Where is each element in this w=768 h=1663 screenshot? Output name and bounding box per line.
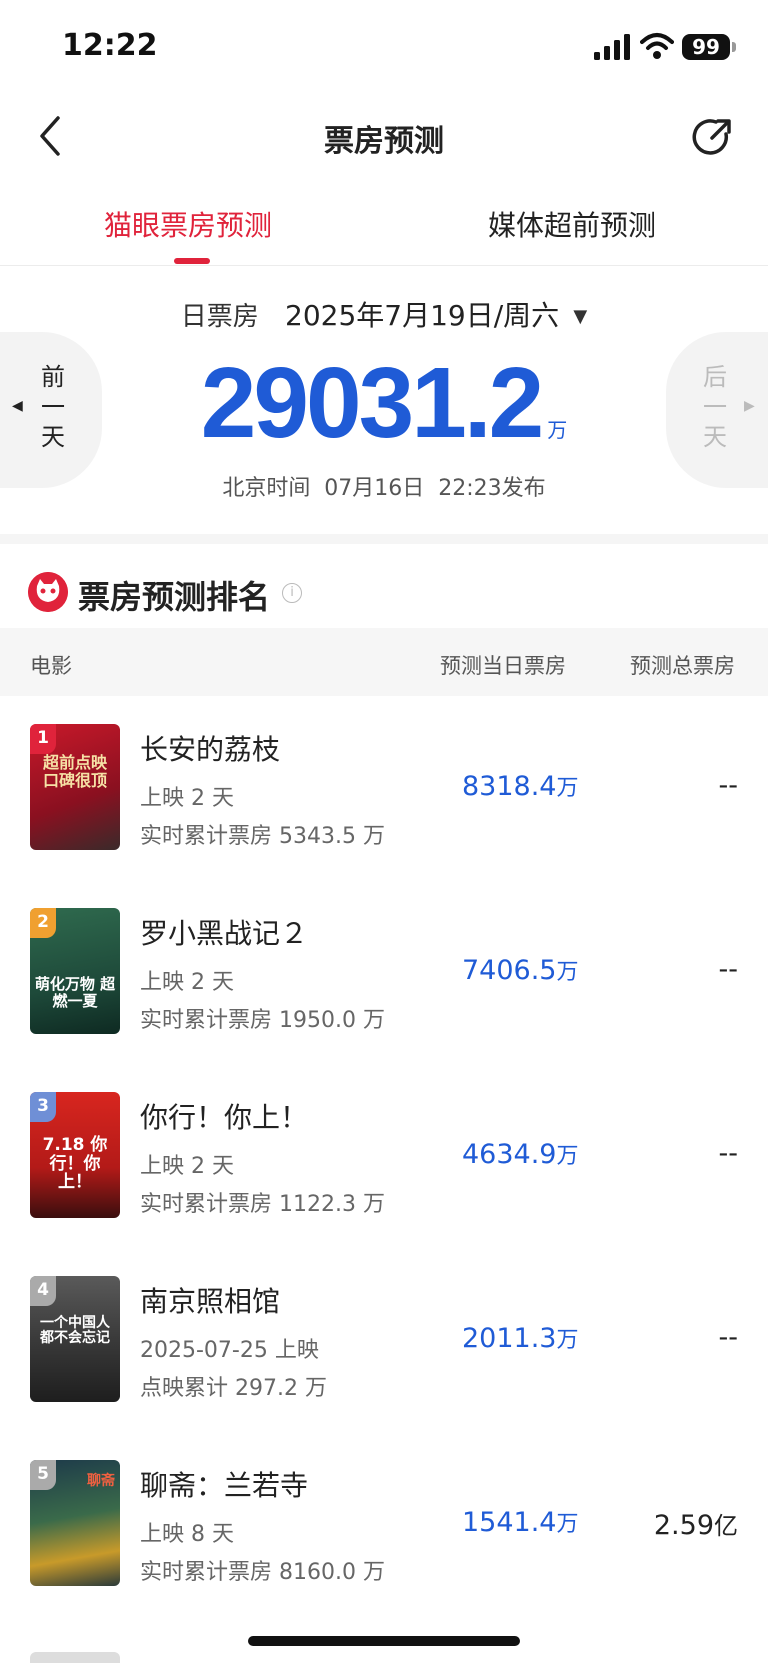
- daily-total-value: 29031.2: [200, 347, 544, 459]
- movie-poster: 1 超前点映 口碑很顶: [30, 724, 120, 850]
- daily-total: 29031.2 万: [0, 348, 768, 458]
- table-row[interactable]: 3 7.18 你行！你上！ 你行！你上！ 上映 2 天 实时累计票房 1122.…: [0, 1064, 768, 1248]
- daily-box-office-label: 日票房: [180, 302, 259, 332]
- movie-poster: 5 聊斋: [30, 1460, 120, 1586]
- tab-maoyan-forecast[interactable]: 猫眼票房预测: [104, 204, 272, 244]
- movie-cumulative: 点映累计 297.2 万: [140, 1376, 327, 1401]
- page-title: 票房预测: [324, 124, 444, 159]
- movie-release-info: 上映 2 天: [140, 1154, 234, 1179]
- table-row[interactable]: 2 萌化万物 超燃一夏 罗小黑战记２ 上映 2 天 实时累计票房 1950.0 …: [0, 880, 768, 1064]
- forecast-total-value: 2.59亿: [653, 1510, 738, 1541]
- movie-name[interactable]: 你行！你上！: [140, 1096, 308, 1136]
- home-indicator[interactable]: [248, 1636, 520, 1646]
- poster-text: 萌化万物 超燃一夏: [34, 975, 116, 1010]
- forecast-total-value: --: [718, 770, 739, 801]
- cellular-signal-icon: [594, 34, 630, 60]
- forecast-total-value: --: [718, 954, 739, 985]
- forecast-total-value: --: [718, 1138, 739, 1169]
- rank-badge: 2: [30, 908, 56, 938]
- caret-down-icon[interactable]: ▼: [573, 306, 587, 327]
- movie-name[interactable]: 聊斋：兰若寺: [140, 1464, 308, 1504]
- wifi-icon: [640, 33, 674, 59]
- movie-cumulative: 实时累计票房 8160.0 万: [140, 1560, 385, 1585]
- movie-name[interactable]: 长安的荔枝: [140, 728, 280, 768]
- column-forecast-total: 预测总票房: [630, 654, 735, 678]
- forecast-day-value: 4634.9万: [462, 1139, 579, 1170]
- poster-text: 超前点映 口碑很顶: [42, 753, 107, 790]
- movie-release-info: 上映 8 天: [140, 1522, 234, 1547]
- tab-bar: 猫眼票房预测 媒体超前预测: [0, 190, 768, 266]
- nav-bar: 票房预测: [0, 96, 768, 180]
- forecast-day-value: 1541.4万: [462, 1507, 579, 1538]
- column-movie: 电影: [30, 654, 72, 678]
- movie-release-info: 上映 2 天: [140, 970, 234, 995]
- forecast-day-value: 2011.3万: [462, 1323, 579, 1354]
- daily-total-unit: 万: [547, 418, 568, 442]
- maoyan-cat-logo-icon: [28, 572, 68, 612]
- ranking-title: 票房预测排名: [78, 578, 271, 616]
- column-forecast-day: 预测当日票房: [440, 654, 566, 678]
- movie-cumulative: 实时累计票房 5343.5 万: [140, 824, 385, 849]
- poster-text: 一个中国人 都不会忘记: [40, 1315, 110, 1347]
- table-row[interactable]: 4 一个中国人 都不会忘记 南京照相馆 2025-07-25 上映 点映累计 2…: [0, 1248, 768, 1432]
- rank-badge: 5: [30, 1460, 56, 1490]
- poster-text: 7.18 你行！你上！: [42, 1135, 108, 1193]
- table-row[interactable]: 5 聊斋 聊斋：兰若寺 上映 8 天 实时累计票房 8160.0 万 1541.…: [0, 1432, 768, 1616]
- movie-release-info: 2025-07-25 上映: [140, 1338, 319, 1363]
- status-bar: 12:22 99: [0, 0, 768, 96]
- movie-name[interactable]: 南京照相馆: [140, 1280, 280, 1320]
- share-icon[interactable]: [690, 114, 736, 160]
- tab-media-forecast[interactable]: 媒体超前预测: [488, 204, 656, 244]
- date-selector[interactable]: 日票房 2025年7月19日/周六 ▼: [0, 294, 768, 334]
- forecast-total-value: --: [718, 1322, 739, 1353]
- status-time: 12:22: [62, 28, 158, 63]
- rank-badge: 4: [30, 1276, 56, 1306]
- table-header: 电影 预测当日票房 预测总票房: [0, 628, 768, 696]
- forecast-day-value: 7406.5万: [462, 955, 579, 986]
- next-row-poster-peek: [30, 1652, 120, 1663]
- info-icon[interactable]: i: [282, 583, 302, 603]
- movie-poster: 3 7.18 你行！你上！: [30, 1092, 120, 1218]
- movie-release-info: 上映 2 天: [140, 786, 234, 811]
- battery-icon: 99: [682, 34, 730, 60]
- poster-text: 聊斋: [87, 1473, 115, 1489]
- publish-time: 北京时间 07月16日 22:23发布: [222, 476, 546, 501]
- battery-nub: [732, 42, 736, 52]
- movie-cumulative: 实时累计票房 1950.0 万: [140, 1008, 385, 1033]
- movie-name[interactable]: 罗小黑战记２: [140, 912, 308, 952]
- rank-badge: 3: [30, 1092, 56, 1122]
- selected-date[interactable]: 2025年7月19日/周六: [285, 299, 559, 332]
- forecast-day-value: 8318.4万: [462, 771, 579, 802]
- movie-poster: 4 一个中国人 都不会忘记: [30, 1276, 120, 1402]
- movie-poster: 2 萌化万物 超燃一夏: [30, 908, 120, 1034]
- table-row[interactable]: 1 超前点映 口碑很顶 长安的荔枝 上映 2 天 实时累计票房 5343.5 万…: [0, 696, 768, 880]
- section-divider: [0, 534, 768, 544]
- rank-badge: 1: [30, 724, 56, 754]
- tab-active-indicator: [174, 258, 210, 264]
- ranking-header: 票房预测排名 i: [0, 564, 768, 624]
- movie-cumulative: 实时累计票房 1122.3 万: [140, 1192, 385, 1217]
